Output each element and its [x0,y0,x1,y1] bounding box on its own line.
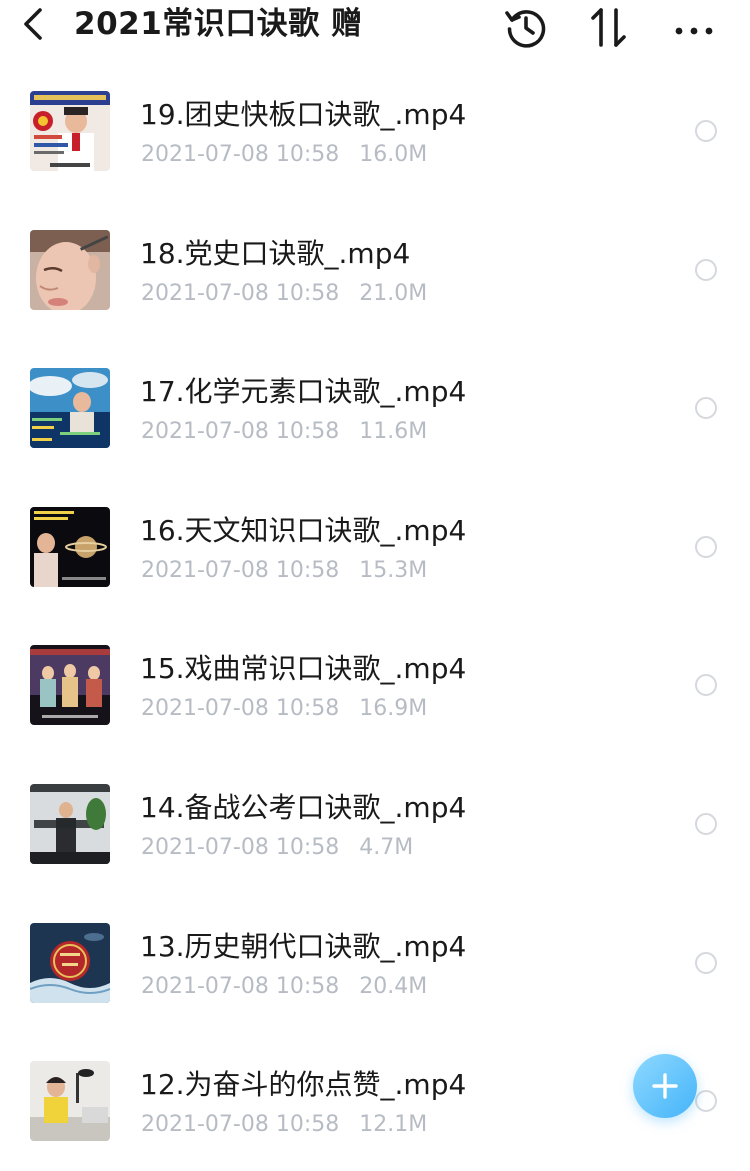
sort-icon[interactable] [586,4,632,50]
file-name: 19.团史快板口诀歌_.mp4 [140,98,467,131]
file-meta: 2021-07-08 10:58 21.0M [141,279,427,309]
file-size: 11.6M [359,419,428,445]
file-meta: 2021-07-08 10:58 15.3M [141,556,427,586]
file-name: 18.党史口诀歌_.mp4 [140,236,411,270]
file-name: 13.历史朝代口诀歌_.mp4 [140,929,467,963]
select-radio[interactable] [695,674,717,697]
file-size: 16.0M [359,142,428,167]
folder-title: 2021常识口诀歌 赠 [74,6,363,42]
file-name: 14.备战公考口诀歌_.mp4 [140,790,467,824]
list-item[interactable]: 19.团史快板口诀歌_.mp4 2021-07-08 10:58 16.0M [0,60,750,199]
file-name: 16.天文知识口诀歌_.mp4 [140,513,467,547]
select-radio[interactable] [695,120,717,142]
file-meta: 2021-07-08 10:58 16.9M [141,694,427,724]
file-size: 21.0M [359,280,428,306]
video-thumbnail [30,1061,110,1142]
more-icon[interactable] [672,4,718,50]
select-radio[interactable] [695,535,717,558]
file-size: 16.9M [359,696,428,722]
file-size: 12.1M [359,1112,428,1138]
file-date: 2021-07-08 10:58 [141,419,340,445]
list-item[interactable]: 17.化学元素口诀歌_.mp4 2021-07-08 10:58 11.6M [0,337,750,476]
select-radio[interactable] [695,1090,717,1113]
select-radio[interactable] [695,397,717,420]
back-arrow-icon[interactable] [18,4,48,44]
file-name: 15.戏曲常识口诀歌_.mp4 [140,652,467,686]
list-item[interactable]: 18.党史口诀歌_.mp4 2021-07-08 10:58 21.0M [0,199,750,338]
video-thumbnail [30,922,110,1003]
top-bar: 2021常识口诀歌 赠 [0,0,750,56]
select-radio[interactable] [695,951,717,974]
file-date: 2021-07-08 10:58 [141,834,340,860]
video-thumbnail [30,229,110,310]
video-thumbnail [30,645,110,726]
plus-icon [652,1073,678,1099]
list-item[interactable]: 13.历史朝代口诀歌_.mp4 2021-07-08 10:58 20.4M [0,892,750,1031]
file-meta: 2021-07-08 10:58 16.0M [141,140,427,170]
video-thumbnail [30,368,110,449]
file-size: 4.7M [359,834,414,860]
file-meta: 2021-07-08 10:58 12.1M [141,1110,427,1140]
add-button[interactable] [633,1054,697,1118]
file-size: 20.4M [359,973,428,999]
file-date: 2021-07-08 10:58 [141,557,340,583]
file-list: 19.团史快板口诀歌_.mp4 2021-07-08 10:58 16.0M 18… [0,60,750,1169]
list-item[interactable]: 15.戏曲常识口诀歌_.mp4 2021-07-08 10:58 16.9M [0,614,750,753]
select-radio[interactable] [695,812,717,835]
file-date: 2021-07-08 10:58 [141,973,340,999]
file-date: 2021-07-08 10:58 [141,142,340,167]
file-meta: 2021-07-08 10:58 20.4M [141,972,427,1002]
list-item[interactable]: 16.天文知识口诀歌_.mp4 2021-07-08 10:58 15.3M [0,476,750,615]
list-item[interactable]: 14.备战公考口诀歌_.mp4 2021-07-08 10:58 4.7M [0,753,750,892]
history-icon[interactable] [503,4,549,50]
video-thumbnail [30,506,110,587]
video-thumbnail [30,783,110,864]
file-meta: 2021-07-08 10:58 4.7M [141,833,413,863]
file-date: 2021-07-08 10:58 [141,1112,340,1138]
file-name: 12.为奋斗的你点赞_.mp4 [140,1068,467,1102]
select-radio[interactable] [695,258,717,281]
file-meta: 2021-07-08 10:58 11.6M [141,417,427,447]
file-name: 17.化学元素口诀歌_.mp4 [140,375,467,409]
file-date: 2021-07-08 10:58 [141,696,340,722]
video-thumbnail [30,91,110,171]
file-size: 15.3M [359,557,428,583]
file-date: 2021-07-08 10:58 [141,280,340,306]
